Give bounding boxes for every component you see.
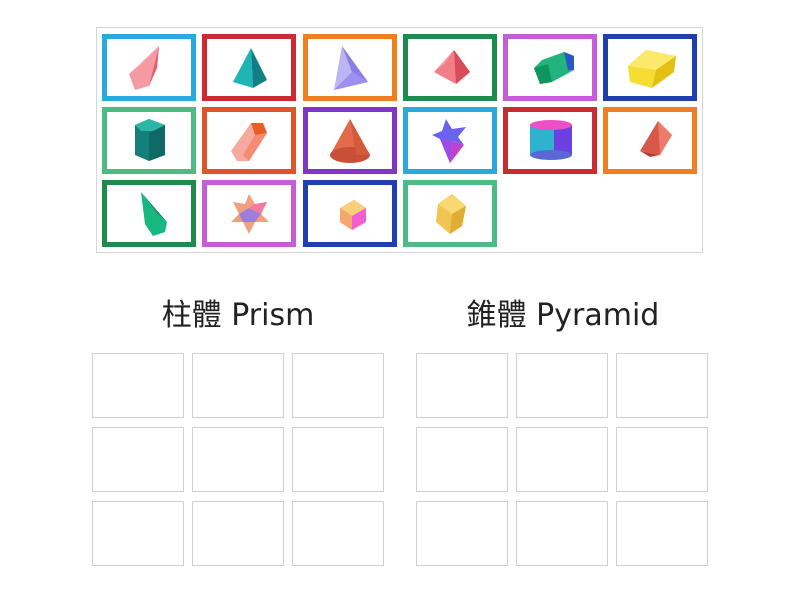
pentagonal-prism-icon xyxy=(135,118,165,161)
drop-slot-prism[interactable] xyxy=(92,427,184,492)
drop-slot-prism[interactable] xyxy=(92,501,184,566)
tile-star-prism[interactable] xyxy=(202,180,296,247)
cone-icon xyxy=(330,118,370,163)
group-heading-pyramid: 錐體 Pyramid xyxy=(466,298,660,333)
drop-slot-pyramid[interactable] xyxy=(416,501,508,566)
tile-yellow-cube[interactable] xyxy=(403,180,497,247)
drop-slot-prism[interactable] xyxy=(292,353,384,418)
drop-slot-pyramid[interactable] xyxy=(616,427,708,492)
drop-slot-prism[interactable] xyxy=(192,501,284,566)
yellow-cube-icon xyxy=(436,193,466,234)
hexagonal-prism-icon xyxy=(534,51,574,84)
group-heading-prism: 柱體 Prism xyxy=(161,298,315,333)
tile-cube[interactable] xyxy=(303,180,397,247)
drop-slot-prism[interactable] xyxy=(292,427,384,492)
drop-slot-pyramid[interactable] xyxy=(516,353,608,418)
tile-hexagonal-prism-orange[interactable] xyxy=(202,107,296,174)
tetrahedron-icon xyxy=(334,45,368,90)
tile-square-pyramid[interactable] xyxy=(403,34,497,101)
square-pyramid-icon xyxy=(434,49,470,84)
drop-slot-prism[interactable] xyxy=(292,501,384,566)
hexagonal-pyramid-icon xyxy=(141,191,167,236)
star-pyramid-icon xyxy=(432,118,466,163)
tile-triangular-pyramid[interactable] xyxy=(202,34,296,101)
tile-rectangular-prism[interactable] xyxy=(603,34,697,101)
drop-slot-pyramid[interactable] xyxy=(516,501,608,566)
drop-slot-prism[interactable] xyxy=(192,353,284,418)
tile-cylinder[interactable] xyxy=(503,107,597,174)
rectangular-prism-icon xyxy=(628,49,676,88)
triangular-pyramid-icon xyxy=(233,47,267,88)
tile-hexagonal-pyramid[interactable] xyxy=(102,180,196,247)
pentagonal-pyramid-icon xyxy=(129,45,159,90)
tile-hexagonal-prism[interactable] xyxy=(503,34,597,101)
tile-pentagonal-prism[interactable] xyxy=(102,107,196,174)
drop-slot-pyramid[interactable] xyxy=(416,427,508,492)
tile-star-pyramid[interactable] xyxy=(403,107,497,174)
drop-slot-prism[interactable] xyxy=(92,353,184,418)
tile-pentagonal-pyramid[interactable] xyxy=(102,34,196,101)
triangular-prism-icon xyxy=(640,120,672,157)
tile-triangular-prism[interactable] xyxy=(603,107,697,174)
hexagonal-prism-orange-icon xyxy=(231,122,267,161)
cube-icon xyxy=(340,199,366,230)
tile-tetrahedron[interactable] xyxy=(303,34,397,101)
drop-slot-prism[interactable] xyxy=(192,427,284,492)
cylinder-icon xyxy=(530,119,572,160)
star-prism-icon xyxy=(231,193,269,234)
drop-slot-pyramid[interactable] xyxy=(616,353,708,418)
drop-slot-pyramid[interactable] xyxy=(616,501,708,566)
drop-slot-pyramid[interactable] xyxy=(416,353,508,418)
drop-slot-pyramid[interactable] xyxy=(516,427,608,492)
tile-cone[interactable] xyxy=(303,107,397,174)
